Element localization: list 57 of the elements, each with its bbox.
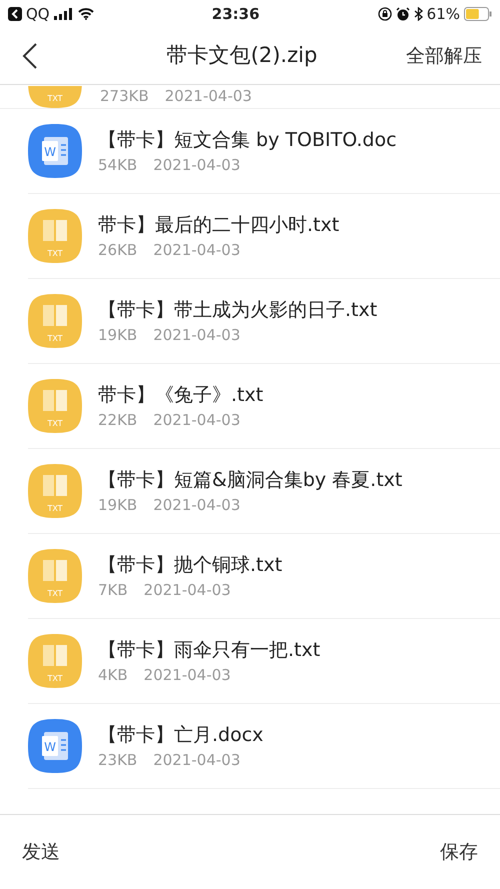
file-name: 【带卡】短文合集 by TOBITO.doc <box>98 128 397 152</box>
file-row[interactable]: TXT 【带卡】带土成为火影的日子.txt 19KB 2021-04-03 <box>28 279 500 364</box>
file-size: 273KB <box>100 89 149 104</box>
file-size: 4KB <box>98 665 128 686</box>
file-name: 带卡】《兔子》.txt <box>98 382 264 408</box>
back-button[interactable] <box>22 42 38 70</box>
page-title: 带卡文包(2).zip <box>166 42 318 70</box>
wifi-icon <box>78 8 94 20</box>
file-name: 带卡】最后的二十四小时.txt <box>98 212 340 238</box>
rotation-lock-icon <box>378 7 392 21</box>
file-size: 22KB <box>98 410 138 431</box>
text-file-icon: TXT <box>28 86 82 108</box>
file-date: 2021-04-03 <box>153 240 240 261</box>
file-date: 2021-04-03 <box>153 750 240 771</box>
file-name: 【带卡】短篇&脑洞合集by 春夏.txt <box>98 468 402 492</box>
file-row[interactable]: W 【带卡】亡月.docx 23KB 2021-04-03 <box>28 704 500 789</box>
text-file-icon: TXT <box>28 209 82 263</box>
word-document-icon: W <box>28 124 82 178</box>
text-file-icon: TXT <box>28 464 82 518</box>
file-row[interactable]: TXT 【带卡】雨伞只有一把.txt 4KB 2021-04-03 <box>28 619 500 704</box>
file-row[interactable]: TXT 带卡】《兔子》.txt 22KB 2021-04-03 <box>28 364 500 449</box>
status-time: 23:36 <box>212 4 260 25</box>
file-row[interactable]: TXT 【带卡】短篇&脑洞合集by 春夏.txt 19KB 2021-04-03 <box>28 449 500 534</box>
file-date: 2021-04-03 <box>144 580 231 601</box>
file-name: 【带卡】雨伞只有一把.txt <box>98 638 320 662</box>
back-app-label[interactable]: QQ <box>26 2 50 26</box>
text-file-icon: TXT <box>28 294 82 348</box>
bluetooth-icon <box>414 7 423 21</box>
signal-icon <box>54 8 74 20</box>
save-button[interactable]: 保存 <box>440 838 478 866</box>
battery-percent: 61% <box>426 4 460 25</box>
file-name: 【带卡】抛个铜球.txt <box>98 552 282 578</box>
extract-all-button[interactable]: 全部解压 <box>406 42 482 70</box>
file-date: 2021-04-03 <box>153 155 240 176</box>
file-size: 19KB <box>98 495 138 516</box>
file-row[interactable]: TXT 带卡】最后的二十四小时.txt 26KB 2021-04-03 <box>28 194 500 279</box>
file-date: 2021-04-03 <box>164 89 252 104</box>
file-date: 2021-04-03 <box>153 495 240 516</box>
file-name: 【带卡】亡月.docx <box>98 722 264 748</box>
text-file-icon: TXT <box>28 379 82 433</box>
file-date: 2021-04-03 <box>153 325 240 346</box>
file-row[interactable]: TXT 【带卡】抛个铜球.txt 7KB 2021-04-03 <box>28 534 500 619</box>
file-date: 2021-04-03 <box>144 665 231 686</box>
file-size: 19KB <box>98 325 138 346</box>
file-date: 2021-04-03 <box>153 410 240 431</box>
file-size: 26KB <box>98 240 138 261</box>
file-row[interactable]: W 【带卡】短文合集 by TOBITO.doc 54KB 2021-04-03 <box>28 109 500 194</box>
alarm-icon <box>396 7 410 21</box>
file-name: 【带卡】带土成为火影的日子.txt <box>98 298 378 322</box>
text-file-icon: TXT <box>28 634 82 688</box>
file-size: 7KB <box>98 580 128 601</box>
send-button[interactable]: 发送 <box>22 838 60 866</box>
text-file-icon: TXT <box>28 549 82 603</box>
file-size: 23KB <box>98 750 138 771</box>
word-document-icon: W <box>28 719 82 773</box>
file-size: 54KB <box>98 155 138 176</box>
battery-icon <box>464 7 492 21</box>
